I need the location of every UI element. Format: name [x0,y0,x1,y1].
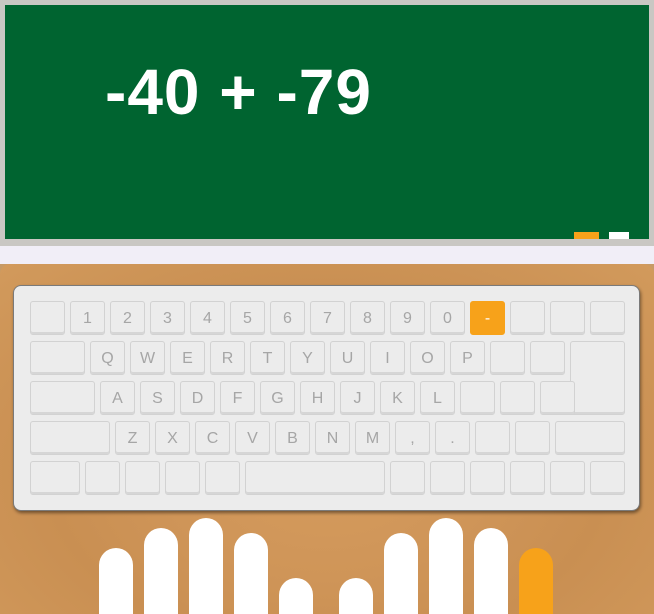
key-blank[interactable] [550,301,585,335]
progress-indicator-inactive [609,232,629,239]
key-b[interactable]: B [275,421,310,455]
math-problem: -40 + -79 [105,56,372,128]
key-blank[interactable] [30,301,65,335]
key-l[interactable]: L [420,381,455,415]
key-4[interactable]: 4 [190,301,225,335]
divider [0,246,654,264]
key-9[interactable]: 9 [390,301,425,335]
key-z[interactable]: Z [115,421,150,455]
key-blank[interactable] [515,421,550,455]
right-pinky-finger [519,548,553,614]
key-w[interactable]: W [130,341,165,375]
left-thumb [279,578,313,614]
key-3[interactable]: 3 [150,301,185,335]
key-e[interactable]: E [170,341,205,375]
key-1[interactable]: 1 [70,301,105,335]
key-7[interactable]: 7 [310,301,345,335]
key-blank[interactable] [510,301,545,335]
key-backslash[interactable] [540,381,575,415]
key-alt-gr[interactable] [390,461,425,495]
virtual-keyboard: 1 2 3 4 5 6 7 8 9 0 - Q W E R T Y U I O … [13,285,640,511]
key-f[interactable]: F [220,381,255,415]
key-t[interactable]: T [250,341,285,375]
left-pinky-finger [99,548,133,614]
key-tab[interactable] [30,341,85,375]
key-blank[interactable] [510,461,545,495]
key-menu[interactable] [470,461,505,495]
key-m[interactable]: M [355,421,390,455]
right-index-finger [384,533,418,614]
key-j[interactable]: J [340,381,375,415]
key-space[interactable] [245,461,385,495]
key-s[interactable]: S [140,381,175,415]
key-enter[interactable] [570,341,625,415]
key-right-shift[interactable] [555,421,625,455]
left-index-finger [234,533,268,614]
key-6[interactable]: 6 [270,301,305,335]
key-right-ctrl[interactable] [590,461,625,495]
key-left-bracket[interactable] [490,341,525,375]
right-middle-finger [429,518,463,614]
key-5[interactable]: 5 [230,301,265,335]
key-g[interactable]: G [260,381,295,415]
key-y[interactable]: Y [290,341,325,375]
chalkboard-frame: -40 + -79 [0,0,654,246]
key-x[interactable]: X [155,421,190,455]
key-o[interactable]: O [410,341,445,375]
key-semicolon[interactable] [460,381,495,415]
key-quote[interactable] [500,381,535,415]
key-win[interactable] [125,461,160,495]
right-thumb [339,578,373,614]
key-c[interactable]: C [195,421,230,455]
left-middle-finger [189,518,223,614]
key-h[interactable]: H [300,381,335,415]
key-d[interactable]: D [180,381,215,415]
key-q[interactable]: Q [90,341,125,375]
key-backspace[interactable] [590,301,625,335]
key-v[interactable]: V [235,421,270,455]
key-ctrl[interactable] [30,461,80,495]
key-caps-lock[interactable] [30,381,95,415]
key-8[interactable]: 8 [350,301,385,335]
key-r[interactable]: R [210,341,245,375]
key-a[interactable]: A [100,381,135,415]
key-blank[interactable] [550,461,585,495]
progress-indicator-active [574,232,599,239]
key-blank[interactable] [430,461,465,495]
right-ring-finger [474,528,508,614]
key-0[interactable]: 0 [430,301,465,335]
key-left-shift[interactable] [30,421,110,455]
key-p[interactable]: P [450,341,485,375]
key-minus[interactable]: - [470,301,505,335]
chalkboard: -40 + -79 [5,5,649,239]
key-right-bracket[interactable] [530,341,565,375]
key-blank[interactable] [205,461,240,495]
key-period[interactable]: . [435,421,470,455]
key-slash[interactable] [475,421,510,455]
key-i[interactable]: I [370,341,405,375]
left-ring-finger [144,528,178,614]
key-comma[interactable]: , [395,421,430,455]
key-u[interactable]: U [330,341,365,375]
key-k[interactable]: K [380,381,415,415]
key-alt[interactable] [165,461,200,495]
key-2[interactable]: 2 [110,301,145,335]
key-n[interactable]: N [315,421,350,455]
key-fn[interactable] [85,461,120,495]
